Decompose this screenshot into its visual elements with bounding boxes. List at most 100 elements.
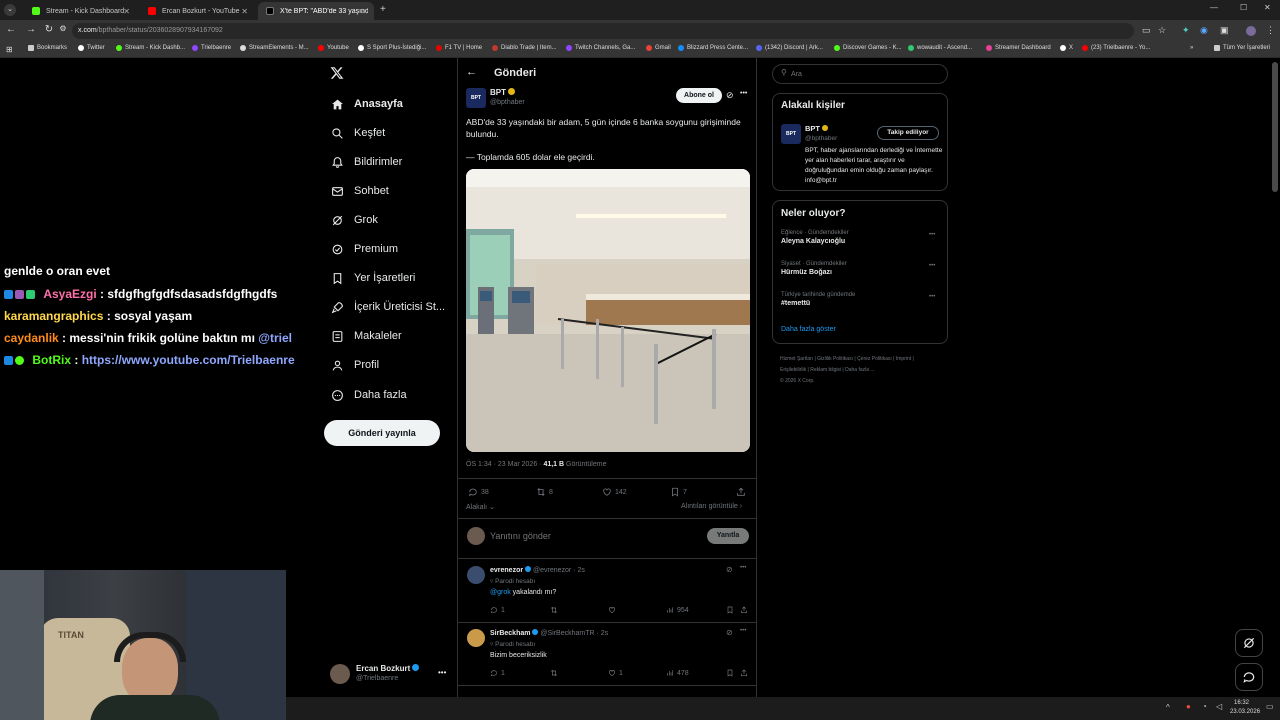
messages-floating-button[interactable] [1235,663,1263,691]
extension-icon[interactable]: ◉ [1200,25,1208,36]
bookmark-action[interactable] [726,606,737,614]
bookmark-item[interactable]: (23) Trielbaenre - Yo... [1082,45,1150,51]
new-tab-icon[interactable]: + [380,4,386,15]
close-window-icon[interactable]: ✕ [1264,3,1271,12]
reply-action[interactable]: 1 [490,669,505,677]
url-field[interactable]: x.com/bpthaber/status/203602890793416709… [72,23,1134,39]
clock-time[interactable]: 16:32 [1234,700,1249,706]
bookmark-item[interactable]: X [1060,45,1073,51]
nav-articles[interactable]: Makaleler [330,326,402,346]
nav-notifications[interactable]: Bildirimler [330,152,402,172]
bookmark-item[interactable]: StreamElements - M... [240,45,309,51]
related-sort[interactable]: Alakalı ⌄ [466,503,495,511]
following-button[interactable]: Takip ediliyor [877,126,939,140]
share-action[interactable] [736,487,749,497]
close-icon[interactable]: ✕ [241,7,248,16]
views-action[interactable]: 478 [666,669,689,677]
star-icon[interactable]: ☆ [1158,25,1166,36]
view-quotes-link[interactable]: Alıntıları görüntüle › [681,503,742,510]
tab-kick[interactable]: Stream - Kick Dashboard ✕ [24,2,136,20]
repost-action[interactable] [550,606,561,614]
footer-link[interactable]: Imprint [896,356,911,362]
bookmark-item[interactable]: Streamer Dashboard [986,45,1051,51]
post-image[interactable] [466,169,750,452]
more-bookmarks-icon[interactable]: » [1190,45,1193,51]
bookmark-item[interactable]: Stream - Kick Dashb... [116,45,185,51]
author-handle[interactable]: @bpthaber [490,99,525,106]
footer-link[interactable]: Erişilebilirlik [780,367,806,373]
tab-list-icon[interactable]: ⌄ [4,4,16,16]
bookmark-item[interactable]: Twitter [78,45,105,51]
minimize-icon[interactable]: — [1210,3,1218,12]
site-info-icon[interactable]: ⚙ [56,24,70,33]
reply-post[interactable]: SirBeckham @SirBeckhamTR · 2s ⊘ ••• ▿ Pa… [458,623,756,685]
search-box[interactable]: ⚲ [772,64,948,84]
profile-avatar-icon[interactable] [1246,26,1256,36]
bookmark-item[interactable]: Trielbaenre [192,45,231,51]
person-name[interactable]: BPT [805,124,829,133]
reply-button[interactable]: Yanıtla [707,528,749,544]
author-name[interactable]: BPT [490,88,516,97]
footer-link[interactable]: Reklam bilgisi [810,367,841,373]
nav-creator-studio[interactable]: İçerik Üreticisi St... [330,297,445,317]
nav-explore[interactable]: Keşfet [330,123,385,143]
share-action[interactable] [740,669,751,677]
close-icon[interactable]: ✕ [123,7,130,16]
more-options-icon[interactable]: ••• [438,668,446,677]
bookmark-item[interactable]: Bookmarks [28,45,67,51]
back-icon[interactable]: ← [4,24,18,35]
nav-premium[interactable]: Premium [330,239,398,259]
grok-floating-button[interactable] [1235,629,1263,657]
mic-icon[interactable]: ● [1186,702,1191,711]
nav-bookmarks[interactable]: Yer İşaretleri [330,268,415,288]
grok-icon[interactable]: ⊘ [726,628,733,637]
nav-more[interactable]: Daha fazla [330,385,407,405]
speaker-icon[interactable]: ◁ [1216,702,1222,711]
like-action[interactable]: 1 [608,669,623,677]
search-input[interactable] [791,68,941,80]
trend-item[interactable]: Türkiye tarihinde gündemde #temettü ••• [781,292,941,307]
all-bookmarks[interactable]: Tüm Yer İşaretleri [1214,45,1270,51]
bookmark-item[interactable]: wowaudit - Ascend... [908,45,972,51]
back-arrow-icon[interactable]: ← [466,66,477,78]
forward-icon[interactable]: → [24,24,38,35]
post-button[interactable]: Gönderi yayınla [324,420,440,446]
x-logo-icon[interactable] [330,66,344,85]
more-options-icon[interactable]: ••• [740,565,746,571]
views-action[interactable]: 954 [666,606,689,614]
nav-messages[interactable]: Sohbet [330,181,389,201]
bookmark-item[interactable]: Discover Games - K... [834,45,902,51]
scrollbar[interactable] [1272,62,1278,192]
account-switcher[interactable]: Ercan Bozkurt @Trielbaenre ••• [328,662,450,686]
repost-action[interactable] [550,669,561,677]
apps-icon[interactable]: ⊞ [6,45,13,54]
author-avatar[interactable]: BPT [781,124,801,144]
subscribe-button[interactable]: Abone ol [676,88,722,103]
more-options-icon[interactable]: ••• [740,628,746,634]
maximize-icon[interactable]: ☐ [1240,3,1247,12]
reply-post[interactable]: evrenezor @evrenezor · 2s ⊘ ••• ▿ Parodi… [458,560,756,622]
notification-icon[interactable]: ▭ [1266,702,1274,711]
bookmark-item[interactable]: Diablo Trade | Item... [492,45,557,51]
bookmark-item[interactable]: Blizzard Press Cente... [678,45,748,51]
like-action[interactable] [608,606,619,614]
reload-icon[interactable]: ↻ [42,24,56,35]
bookmark-action[interactable] [726,669,737,677]
nav-grok[interactable]: Grok [330,210,378,230]
chat-link[interactable]: https://www.youtube.com/Trielbaenre [82,353,295,367]
more-options-icon[interactable]: ••• [929,232,935,238]
like-action[interactable]: 142 [602,487,627,497]
wifi-icon[interactable]: ◔ [1202,702,1207,711]
show-more-link[interactable]: Daha fazla göster [781,326,836,333]
bookmark-item[interactable]: Twitch Channels, Ga... [566,45,635,51]
grok-icon[interactable]: ⊘ [726,565,733,574]
bookmark-item[interactable]: F1 TV | Home [436,45,482,51]
repost-action[interactable]: 8 [536,487,553,497]
extension-icon[interactable]: ✦ [1182,25,1190,36]
reply-action[interactable]: 38 [468,487,489,497]
extension-icon[interactable]: ▣ [1220,25,1229,36]
nav-home[interactable]: Anasayfa [330,94,403,114]
trend-item[interactable]: Siyaset · Gündemdekiler Hürmüz Boğazı ••… [781,261,941,276]
tab-x[interactable]: X'te BPT: "ABD'de 33 yaşındakı ✕ [258,2,374,20]
clock-date[interactable]: 23.03.2026 [1230,709,1260,715]
